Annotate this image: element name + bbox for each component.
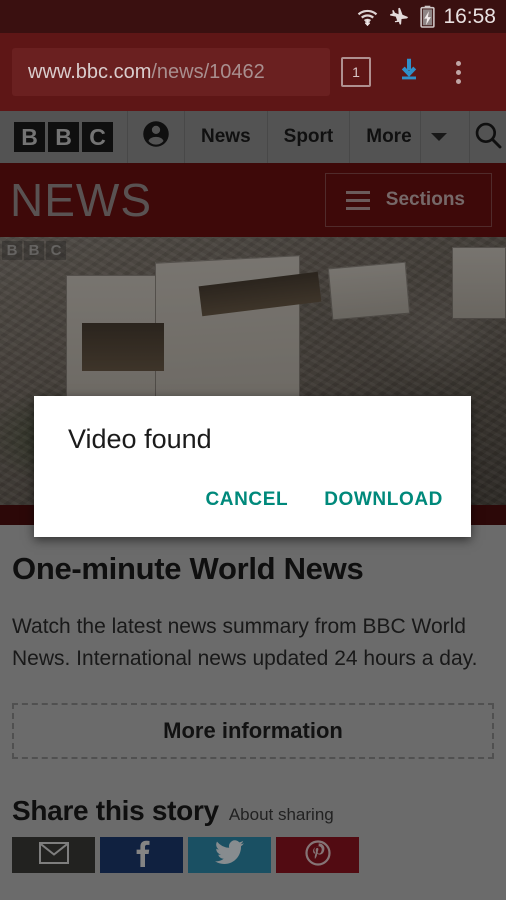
airplane-mode-icon [388, 6, 411, 28]
url-bar[interactable]: www.bbc.com/news/10462 [12, 48, 330, 96]
tab-count-badge: 1 [341, 57, 371, 87]
url-host: www.bbc.com [28, 60, 152, 83]
facebook-icon [134, 839, 150, 872]
hero-watermark-block: B [2, 241, 22, 260]
more-information-label: More information [163, 718, 343, 743]
tab-switcher-button[interactable]: 1 [330, 48, 382, 96]
share-heading-row: Share this story About sharing [12, 795, 494, 827]
download-button[interactable]: DOWNLOAD [320, 483, 447, 517]
bbc-nav-item-sport[interactable]: Sport [268, 111, 351, 163]
bbc-logo-block: B [48, 122, 79, 152]
cancel-button[interactable]: CANCEL [201, 483, 292, 517]
bbc-account-button[interactable] [128, 111, 185, 163]
status-clock: 16:58 [443, 4, 496, 28]
downloads-button[interactable] [382, 48, 436, 96]
hero-watermark-block: C [46, 241, 66, 260]
hero-building [452, 247, 506, 319]
bbc-nav-item-news[interactable]: News [185, 111, 268, 163]
status-bar: 16:58 [0, 0, 506, 33]
bbc-nav-item-label: Sport [283, 126, 334, 147]
article-body-section: One-minute World News Watch the latest n… [0, 525, 506, 900]
about-sharing-link[interactable]: About sharing [229, 805, 334, 825]
dialog-action-row: CANCEL DOWNLOAD [201, 483, 447, 517]
envelope-icon [38, 841, 69, 869]
hero-bbc-watermark: B B C [2, 241, 66, 260]
bbc-search-button[interactable] [470, 111, 506, 163]
share-email-button[interactable] [12, 837, 95, 873]
bbc-nav-item-label: News [201, 126, 251, 147]
video-found-dialog: Video found CANCEL DOWNLOAD [34, 396, 471, 537]
hamburger-icon [345, 190, 370, 210]
twitter-bird-icon [214, 840, 245, 870]
bbc-logo-block: C [82, 122, 113, 152]
bbc-nav-item-more[interactable]: More [350, 111, 421, 163]
search-icon [472, 119, 504, 156]
share-section-title: Share this story [12, 795, 219, 826]
bbc-logo-blocks: B B C [14, 122, 113, 152]
overflow-menu-icon [455, 60, 461, 84]
bbc-nav-item-label: More [366, 126, 412, 147]
more-information-button[interactable]: More information [12, 703, 494, 759]
url-text: www.bbc.com/news/10462 [28, 61, 265, 84]
browser-toolbar: www.bbc.com/news/10462 1 [0, 33, 506, 111]
bbc-nav-more-dropdown[interactable] [421, 111, 470, 163]
phone-screen: 16:58 www.bbc.com/news/10462 1 B B C New… [0, 0, 506, 900]
url-path: /news/10462 [151, 60, 265, 83]
sections-button[interactable]: Sections [324, 173, 492, 227]
hero-balcony [82, 323, 164, 371]
share-pinterest-button[interactable] [276, 837, 359, 873]
share-button-row [12, 837, 494, 873]
download-icon [394, 55, 424, 90]
pinterest-icon [304, 839, 331, 871]
bbc-account-icon [141, 119, 171, 155]
sections-label: Sections [385, 189, 465, 210]
hero-watermark-block: B [24, 241, 44, 260]
news-wordmark[interactable]: NEWS [10, 173, 152, 227]
share-facebook-button[interactable] [100, 837, 183, 873]
status-icon-group [356, 5, 436, 28]
bbc-logo[interactable]: B B C [0, 111, 128, 163]
share-twitter-button[interactable] [188, 837, 271, 873]
chevron-down-icon [430, 133, 447, 141]
bbc-global-nav: B B C News Sport More [0, 111, 506, 163]
hero-building [327, 261, 411, 321]
article-title: One-minute World News [12, 551, 364, 586]
article-summary: Watch the latest news summary from BBC W… [12, 615, 478, 670]
browser-menu-button[interactable] [436, 48, 480, 96]
dialog-title: Video found [68, 424, 212, 454]
battery-charging-icon [420, 5, 436, 28]
bbc-logo-block: B [14, 122, 45, 152]
wifi-download-icon [356, 6, 379, 28]
news-masthead: NEWS Sections [0, 163, 506, 237]
